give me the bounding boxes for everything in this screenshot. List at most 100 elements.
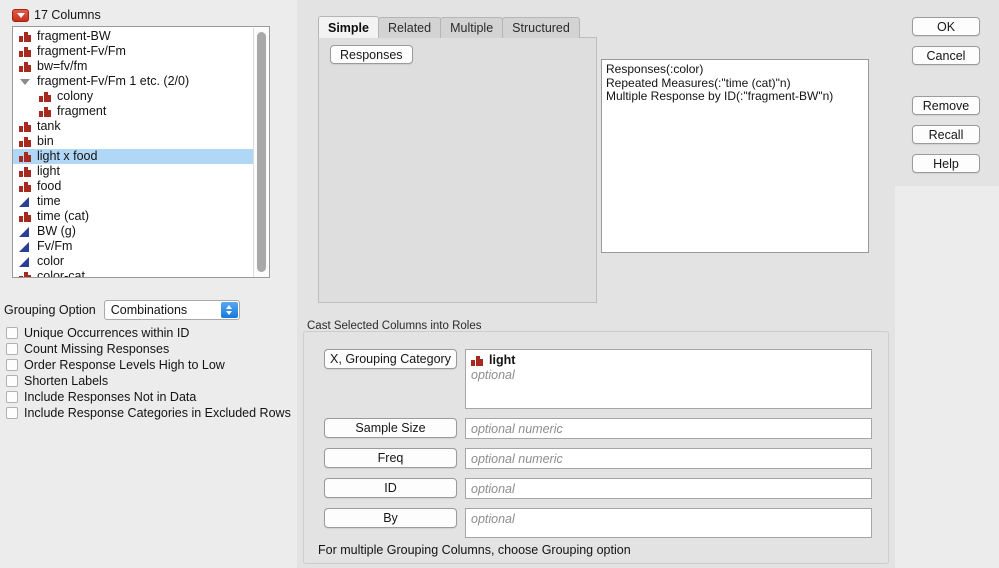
checkbox-row[interactable]: Shorten Labels — [6, 373, 291, 389]
role-button-x-grouping-category[interactable]: X, Grouping Category — [324, 349, 457, 369]
role-dropzone[interactable]: light optional — [465, 349, 872, 409]
checkbox-icon[interactable] — [6, 407, 18, 419]
role-placeholder: optional — [471, 482, 515, 496]
checkbox-icon[interactable] — [6, 343, 18, 355]
columns-scrollbar-thumb[interactable] — [257, 32, 266, 272]
column-list-item-label: Fv/Fm — [37, 239, 73, 253]
nominal-icon — [19, 61, 31, 72]
role-row: X, Grouping Category light optional — [324, 349, 872, 409]
nominal-icon — [19, 211, 31, 222]
role-dropzone[interactable]: optional — [465, 478, 872, 499]
column-list-item-label: fragment-Fv/Fm — [37, 44, 126, 58]
checkbox-icon[interactable] — [6, 327, 18, 339]
remove-button[interactable]: Remove — [912, 96, 980, 115]
column-list-item[interactable]: bw=fv/fm — [13, 59, 253, 74]
column-list-item[interactable]: fragment-Fv/Fm — [13, 44, 253, 59]
role-button-sample-size[interactable]: Sample Size — [324, 418, 457, 438]
column-list-item[interactable]: light — [13, 164, 253, 179]
role-row: ID optional — [324, 478, 872, 499]
column-list-item[interactable]: light x food — [13, 149, 253, 164]
checkbox-label: Include Response Categories in Excluded … — [24, 406, 291, 420]
red-triangle-down-icon[interactable] — [12, 8, 29, 22]
role-dropzone[interactable]: optional numeric — [465, 418, 872, 439]
checkbox-label: Shorten Labels — [24, 374, 109, 388]
recall-button[interactable]: Recall — [912, 125, 980, 144]
role-button-id[interactable]: ID — [324, 478, 457, 498]
grouping-option-value: Combinations — [110, 303, 188, 317]
column-list-item-label: BW (g) — [37, 224, 76, 238]
tab-structured[interactable]: Structured — [502, 17, 580, 38]
role-button-by[interactable]: By — [324, 508, 457, 528]
role-placeholder: optional numeric — [471, 452, 563, 466]
role-placeholder: optional — [471, 368, 515, 382]
button-pane-filler — [895, 186, 999, 568]
role-dropzone[interactable]: optional numeric — [465, 448, 872, 469]
checkbox-icon[interactable] — [6, 359, 18, 371]
cancel-button[interactable]: Cancel — [912, 46, 980, 65]
column-list-item[interactable]: color-cat — [13, 269, 253, 278]
checkbox-label: Count Missing Responses — [24, 342, 170, 356]
grouping-option-select[interactable]: Combinations — [103, 300, 240, 320]
grouping-option-row: Grouping Option Combinations — [4, 300, 240, 320]
continuous-icon — [19, 196, 31, 207]
column-list-item-label: fragment-BW — [37, 29, 111, 43]
tab-simple[interactable]: Simple — [318, 16, 379, 38]
column-list-item[interactable]: colony — [13, 89, 253, 104]
column-list-item[interactable]: Fv/Fm — [13, 239, 253, 254]
column-list-item[interactable]: time (cat) — [13, 209, 253, 224]
checkbox-label: Unique Occurrences within ID — [24, 326, 190, 340]
column-list-item[interactable]: fragment-Fv/Fm 1 etc. (2/0) — [13, 74, 253, 89]
nominal-icon — [19, 151, 31, 162]
ok-button[interactable]: OK — [912, 17, 980, 36]
responses-button[interactable]: Responses — [330, 45, 413, 64]
column-list-item-label: time — [37, 194, 61, 208]
column-list-item[interactable]: tank — [13, 119, 253, 134]
column-list-item-label: food — [37, 179, 62, 193]
dialog-window: 17 Columns fragment-BW fragment-Fv/Fm bw=f… — [0, 0, 999, 568]
column-list-item[interactable]: fragment-BW — [13, 29, 253, 44]
column-list-item-label: time (cat) — [37, 209, 90, 223]
help-button[interactable]: Help — [912, 154, 980, 173]
tab-multiple[interactable]: Multiple — [440, 17, 504, 38]
tabstrip: Simple Related Multiple Structured — [318, 16, 580, 38]
nominal-icon — [39, 106, 51, 117]
cast-roles-panel: X, Grouping Category light optional Sample … — [303, 331, 889, 564]
checkbox-row[interactable]: Unique Occurrences within ID — [6, 325, 291, 341]
role-row: By optional — [324, 508, 872, 538]
column-list-item-label: bin — [37, 134, 54, 148]
tab-related[interactable]: Related — [378, 17, 442, 38]
continuous-icon — [19, 226, 31, 237]
script-line: Multiple Response by ID(:"fragment-BW"n) — [606, 89, 834, 103]
role-entry[interactable]: light — [471, 353, 866, 368]
role-button-freq[interactable]: Freq — [324, 448, 457, 468]
checkbox-row[interactable]: Order Response Levels High to Low — [6, 357, 291, 373]
columns-header: 17 Columns — [12, 7, 101, 23]
columns-scrollbar[interactable] — [253, 28, 268, 277]
columns-listbox[interactable]: fragment-BW fragment-Fv/Fm bw=fv/fm fragmen… — [12, 26, 270, 278]
column-list-item-label: light x food — [37, 149, 98, 163]
role-entry-label: light — [489, 353, 516, 367]
triangle-down-icon[interactable] — [19, 76, 31, 87]
role-dropzone[interactable]: optional — [465, 508, 872, 538]
script-display-box[interactable]: Responses(:color) Repeated Measures(:"tim… — [601, 59, 869, 253]
column-list-item[interactable]: food — [13, 179, 253, 194]
column-list-item[interactable]: fragment — [13, 104, 253, 119]
continuous-icon — [19, 256, 31, 267]
checkbox-row[interactable]: Include Responses Not in Data — [6, 389, 291, 405]
checkbox-icon[interactable] — [6, 375, 18, 387]
checkbox-row[interactable]: Count Missing Responses — [6, 341, 291, 357]
continuous-icon — [19, 241, 31, 252]
column-list-item[interactable]: BW (g) — [13, 224, 253, 239]
column-list-item-label: color-cat — [37, 269, 85, 278]
cast-roles-note: For multiple Grouping Columns, choose Gr… — [318, 543, 631, 557]
nominal-icon — [19, 136, 31, 147]
checkbox-row[interactable]: Include Response Categories in Excluded … — [6, 405, 291, 421]
column-list-item-label: tank — [37, 119, 61, 133]
script-line: Repeated Measures(:"time (cat)"n) — [606, 75, 791, 90]
column-list-item[interactable]: bin — [13, 134, 253, 149]
column-list-item[interactable]: time — [13, 194, 253, 209]
grouping-checkbox-group: Unique Occurrences within ID Count Missin… — [6, 325, 291, 421]
role-placeholder: optional numeric — [471, 422, 563, 436]
checkbox-icon[interactable] — [6, 391, 18, 403]
column-list-item[interactable]: color — [13, 254, 253, 269]
